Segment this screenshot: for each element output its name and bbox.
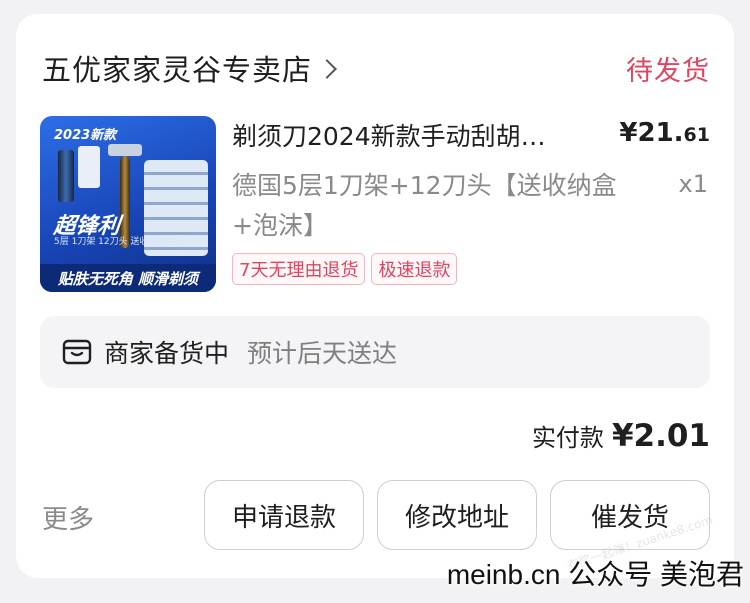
tag-return: 7天无理由退货 (232, 253, 366, 285)
razor-head-shape (108, 144, 142, 156)
product-image-year: 2023新款 (54, 128, 117, 143)
product-spec: 德国5层1刀架+12刀头【送收纳盒+泡沫】 (232, 171, 617, 240)
shop-header[interactable]: 五优家家灵谷专卖店 待发货 (42, 48, 710, 88)
product-title[interactable]: 剃须刀2024新款手动刮胡… (232, 117, 582, 153)
foam-can-shape (58, 150, 74, 202)
price-main: ¥21. (619, 118, 684, 148)
change-address-button[interactable]: 修改地址 (377, 480, 537, 550)
product-image[interactable]: 2023新款 超锋利 5层 1刀架 12刀头 送收纳盒·泡沫 贴肤无死角 顺滑剃… (40, 116, 216, 292)
service-tags: 7天无理由退货 极速退款 (232, 253, 458, 285)
product-qty: x1 (678, 170, 708, 198)
tag-refund: 极速退款 (371, 253, 458, 285)
notice-eta: 预计后天送达 (247, 339, 398, 368)
watermark-text: meinb.cn 公众号 美泡君 (446, 559, 744, 590)
notice-status: 商家备货中 (104, 339, 230, 368)
product-image-slogan: 贴肤无死角 顺滑剃须 (40, 264, 216, 292)
shop-name[interactable]: 五优家家灵谷专卖店 (42, 47, 312, 89)
shipping-notice[interactable]: 商家备货中 预计后天送达 (40, 316, 710, 388)
more-button[interactable]: 更多 (42, 499, 94, 536)
paid-value: ¥2.01 (611, 418, 710, 454)
product-image-sub: 5层 1刀架 12刀头 送收纳盒·泡沫 (54, 237, 188, 247)
product-price: ¥21.61 (619, 118, 710, 148)
paid-amount: 实付款 ¥2.01 (532, 418, 710, 454)
paid-label: 实付款 (531, 424, 604, 452)
price-cents: 61 (683, 124, 710, 146)
refund-button[interactable]: 申请退款 (204, 480, 364, 550)
storage-box-shape (78, 146, 100, 188)
chevron-right-icon[interactable] (317, 59, 337, 79)
package-icon (62, 339, 92, 365)
order-status: 待发货 (626, 55, 710, 87)
order-card: 五优家家灵谷专卖店 待发货 2023新款 超锋利 5层 1刀架 12刀头 送收纳… (16, 14, 734, 578)
